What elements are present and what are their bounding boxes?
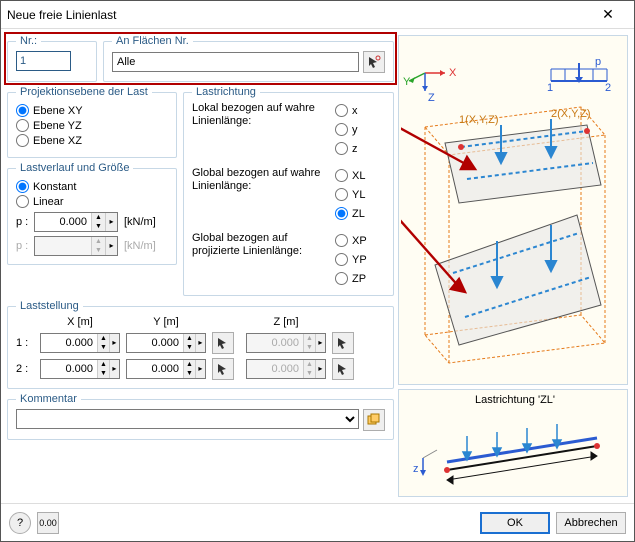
linear-label: Linear [33,196,64,208]
ls-z-head: Z [m] [246,316,326,328]
close-icon[interactable]: ✕ [588,6,628,23]
dir-y-radio[interactable] [335,123,348,136]
linear-radio[interactable] [16,195,29,208]
dir-yl-radio[interactable] [335,188,348,201]
footer: ? 0.00 OK Abbrechen [1,503,634,541]
p1-stepper[interactable]: ▲▼ ▸ [34,212,118,232]
preview-direction-label: Lastrichtung 'ZL' [471,394,555,406]
ebene-xy-label: Ebene XY [33,105,83,117]
ls-z1-stepper: ▲▼▸ [246,333,326,353]
preview-3d-svg: Y X Z 1 2 p [401,45,625,375]
ls-y2-stepper[interactable]: ▲▼▸ [126,359,206,379]
ebene-xz-label: Ebene XZ [33,135,82,147]
ls-pick1z-button[interactable] [332,332,354,354]
preview-direction-svg: z [407,408,617,492]
dir-z-radio[interactable] [335,142,348,155]
dir-yp-radio[interactable] [335,253,348,266]
preview-3d: Y X Z 1 2 p [398,35,628,385]
ls-row2-label: 2 : [16,363,34,375]
ls-z2-stepper: ▲▼▸ [246,359,326,379]
flachen-pick-button[interactable] [363,51,385,73]
p2-stepper: ▲▼ ▸ [34,236,118,256]
dir-xp-radio[interactable] [335,234,348,247]
nr-input[interactable] [16,51,71,71]
dialog-window: Neue freie Linienlast ✕ Nr.: An Flächen … [0,0,635,542]
ls-pick2z-button[interactable] [332,358,354,380]
kommentar-fieldset: Kommentar [7,393,394,440]
dir-zp-label: ZP [352,273,366,285]
svg-text:Z: Z [428,92,435,104]
p1-down[interactable]: ▼ [92,222,105,231]
lokal-label: Lokal bezogen auf wahre Linienlänge: [192,102,329,157]
svg-text:Y: Y [403,76,411,88]
svg-text:2(X,Y,Z): 2(X,Y,Z) [551,108,591,120]
ebene-xz-radio[interactable] [16,134,29,147]
dir-z-label: z [352,143,358,155]
preview-direction: Lastrichtung 'ZL' z [398,389,628,497]
window-title: Neue freie Linienlast [7,8,588,22]
projektionsebene-fieldset: Projektionsebene der Last Ebene XY Ebene… [7,86,177,158]
dir-yp-label: YP [352,254,367,266]
nr-fieldset: Nr.: [7,35,97,82]
svg-text:p: p [595,56,601,68]
units-button[interactable]: 0.00 [37,512,59,534]
ls-x2-stepper[interactable]: ▲▼▸ [40,359,120,379]
dir-x-radio[interactable] [335,104,348,117]
dir-x-label: x [352,105,358,117]
ls-y1-stepper[interactable]: ▲▼▸ [126,333,206,353]
titlebar: Neue freie Linienlast ✕ [1,1,634,29]
ebene-yz-label: Ebene YZ [33,120,82,132]
ls-x1-stepper[interactable]: ▲▼▸ [40,333,120,353]
p1-input[interactable] [35,213,91,231]
ebene-xy-radio[interactable] [16,104,29,117]
lastverlauf-label: Lastverlauf und Größe [16,162,133,174]
kommentar-combo[interactable] [16,409,359,429]
dir-xl-label: XL [352,170,365,182]
projektionsebene-label: Projektionsebene der Last [16,86,152,98]
cancel-button[interactable]: Abbrechen [556,512,626,534]
lastrichtung-fieldset: Lastrichtung Lokal bezogen auf wahre Lin… [183,86,394,296]
kommentar-library-button[interactable] [363,409,385,431]
global-proj-label: Global bezogen auf projizierte Linienlän… [192,232,329,287]
lastverlauf-fieldset: Lastverlauf und Größe Konstant Linear p … [7,162,177,265]
p1-label: p : [16,216,30,228]
laststellung-fieldset: Laststellung X [m] Y [m] Z [m] 1 : ▲▼▸ ▲… [7,300,394,389]
dir-xl-radio[interactable] [335,169,348,182]
p1-unit: [kN/m] [124,216,156,228]
svg-text:X: X [449,67,457,79]
svg-text:1(X,Y,Z): 1(X,Y,Z) [459,114,499,126]
konstant-radio[interactable] [16,180,29,193]
p2-unit: [kN/m] [124,240,156,252]
laststellung-label: Laststellung [16,300,83,312]
p1-up[interactable]: ▲ [92,213,105,222]
dir-xp-label: XP [352,235,367,247]
flachen-fieldset: An Flächen Nr. [103,35,394,82]
ls-pick2-button[interactable] [212,358,234,380]
flachen-input[interactable] [112,52,359,72]
lastrichtung-label: Lastrichtung [192,86,260,98]
ls-x-head: X [m] [40,316,120,328]
dir-zl-radio[interactable] [335,207,348,220]
konstant-label: Konstant [33,181,76,193]
p2-label: p : [16,240,30,252]
dir-zl-label: ZL [352,208,365,220]
ls-y-head: Y [m] [126,316,206,328]
svg-text:2: 2 [605,82,611,94]
kommentar-label: Kommentar [16,393,81,405]
dir-zp-radio[interactable] [335,272,348,285]
global-wahr-label: Global bezogen auf wahre Linienlänge: [192,167,329,222]
ok-button[interactable]: OK [480,512,550,534]
dir-y-label: y [352,124,358,136]
flachen-label: An Flächen Nr. [112,35,193,47]
ebene-yz-radio[interactable] [16,119,29,132]
dir-yl-label: YL [352,189,365,201]
nr-label: Nr.: [16,35,41,47]
help-button[interactable]: ? [9,512,31,534]
svg-text:z: z [413,463,419,475]
ls-row1-label: 1 : [16,337,34,349]
p2-input [35,237,91,255]
p1-menu[interactable]: ▸ [105,213,117,231]
svg-text:1: 1 [547,82,553,94]
ls-pick1-button[interactable] [212,332,234,354]
